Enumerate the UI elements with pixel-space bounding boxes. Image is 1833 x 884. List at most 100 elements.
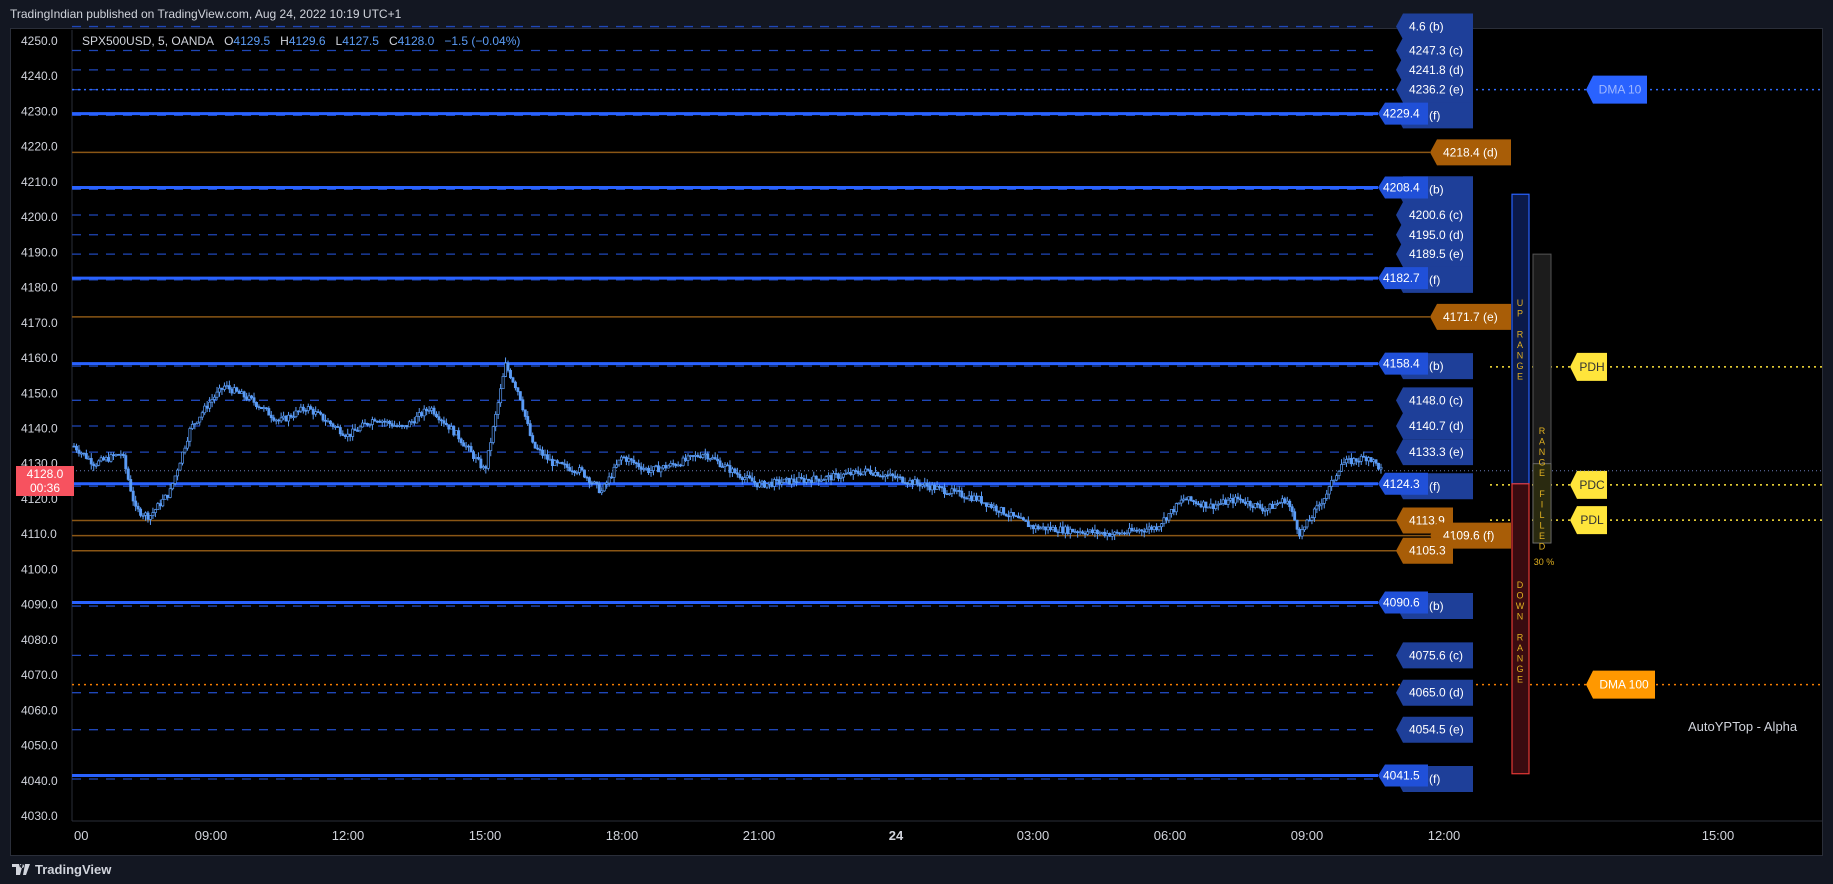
- range-filled-letter: E: [1539, 531, 1545, 541]
- tradingview-logo[interactable]: TradingView: [12, 862, 111, 877]
- tradingview-logo-icon: [12, 864, 30, 875]
- candle-body: [190, 423, 194, 429]
- candle-body: [617, 459, 621, 466]
- candle-body: [1280, 498, 1284, 504]
- dashed-level-text: 4140.7 (d): [1409, 419, 1464, 433]
- change-value: −1.5 (−0.04%): [444, 34, 521, 48]
- candle-body: [97, 460, 101, 466]
- y-tick-label: 4100.0: [21, 562, 58, 576]
- candle-body: [738, 473, 742, 478]
- candle-body: [1283, 498, 1287, 504]
- candle-body: [804, 478, 808, 483]
- down-range-letter: D: [1517, 580, 1524, 590]
- candle-body: [1379, 466, 1383, 470]
- candle-body: [484, 466, 488, 469]
- candle-body: [351, 428, 355, 437]
- candle-body: [782, 478, 786, 483]
- x-tick-label: 00: [74, 828, 88, 843]
- y-tick-label: 4040.0: [21, 774, 58, 788]
- candle-body: [516, 387, 520, 392]
- candle-body: [402, 425, 406, 427]
- candle-body: [183, 447, 187, 453]
- y-tick-label: 4250.0: [21, 34, 58, 48]
- candle-body: [765, 483, 769, 488]
- candle-body: [1293, 511, 1297, 521]
- price-chart[interactable]: 4250.0 4240.0 4230.0 4220.0 4210.0 4200.0 4190…: [0, 0, 1833, 884]
- candle-body: [287, 414, 290, 422]
- candle-body: [237, 390, 241, 394]
- candle-body: [629, 458, 633, 461]
- candle-body: [1322, 498, 1326, 504]
- candle-body: [1275, 503, 1279, 505]
- candle-body: [1054, 527, 1057, 533]
- candle-body: [1342, 462, 1346, 465]
- candle-body: [129, 479, 133, 492]
- candle-body: [1362, 455, 1366, 458]
- candle-body: [151, 512, 155, 517]
- marker-label: DMA 100: [1599, 678, 1649, 692]
- candle-body: [494, 414, 498, 428]
- candle-body: [893, 475, 897, 479]
- candle-body: [923, 482, 927, 486]
- candle-body: [452, 426, 456, 436]
- candle-body: [1261, 507, 1265, 512]
- candle-body: [388, 420, 392, 425]
- candle-body: [639, 466, 643, 470]
- candle-body: [486, 450, 490, 469]
- candle-body: [859, 473, 863, 476]
- candle-body: [1142, 530, 1146, 533]
- candle-body: [422, 408, 426, 417]
- y-tick-label: 4090.0: [21, 598, 58, 612]
- candle-body: [296, 410, 300, 413]
- candle-body: [1359, 455, 1363, 462]
- solid-level-text: 4229.4: [1383, 107, 1420, 121]
- marker-label: PDC: [1579, 478, 1605, 492]
- candle-body: [356, 430, 360, 432]
- candle-body: [1078, 531, 1082, 534]
- candle-body: [368, 424, 372, 426]
- candle-body: [1108, 532, 1112, 537]
- candle-body: [965, 497, 969, 500]
- dashed-level-text: 4054.5 (e): [1409, 723, 1464, 737]
- candle-body: [1246, 501, 1250, 505]
- candle-body: [188, 428, 192, 442]
- candle-body: [432, 407, 436, 415]
- up-range-letter: U: [1517, 298, 1524, 308]
- candle-body: [1007, 515, 1011, 518]
- candle-body: [1115, 531, 1119, 534]
- candle-body: [240, 391, 244, 394]
- up-range-letter: N: [1517, 351, 1524, 361]
- candle-body: [107, 457, 110, 462]
- candle-body: [513, 381, 517, 389]
- candle-body: [1337, 470, 1341, 477]
- candle-body: [950, 488, 954, 494]
- marker-label: PDL: [1580, 513, 1604, 527]
- candle-body: [726, 464, 729, 467]
- symbol-legend: SPX500USD, 5, OANDA O4129.5 H4129.6 L412…: [82, 34, 520, 48]
- y-tick-label: 4200.0: [21, 210, 58, 224]
- candle-body: [144, 512, 147, 516]
- candle-body: [208, 401, 212, 409]
- candle-body: [706, 453, 710, 460]
- candle-body: [474, 456, 478, 459]
- candle-body: [541, 449, 544, 456]
- candle-body: [800, 476, 803, 479]
- candle-body: [277, 419, 281, 422]
- candle-body: [1266, 508, 1269, 511]
- candle-body: [215, 391, 219, 398]
- candle-body: [1150, 526, 1154, 530]
- candle-body: [358, 426, 362, 432]
- candle-body: [1034, 525, 1038, 530]
- candle-body: [1041, 526, 1045, 529]
- candle-body: [319, 412, 323, 415]
- candle-body: [1349, 457, 1353, 465]
- candle-body: [827, 475, 831, 478]
- candle-body: [1285, 500, 1289, 504]
- candle-body: [590, 482, 594, 485]
- candle-body: [1352, 458, 1356, 465]
- candle-body: [560, 462, 564, 465]
- candle-body: [1263, 509, 1267, 512]
- candle-body: [269, 414, 273, 419]
- candle-body: [230, 388, 234, 394]
- candle-body: [262, 407, 266, 410]
